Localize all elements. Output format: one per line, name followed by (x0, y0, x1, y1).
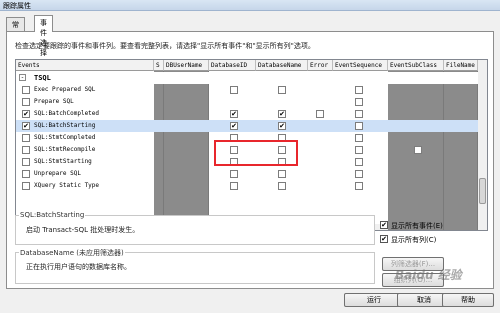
window-title: 跟踪属性 (3, 2, 31, 10)
event-label: SQL:BatchCompleted (34, 110, 100, 117)
column-checkbox[interactable] (355, 110, 363, 118)
column-description-box: DatabaseName (未应用筛选器) 正在执行用户语句的数据库名称。 (15, 248, 375, 284)
show-all-events-label: 显示所有事件(E) (391, 222, 443, 230)
column-description-title: DatabaseName (未应用筛选器) (19, 248, 125, 258)
event-label: Exec Prepared SQL (34, 86, 96, 93)
run-button[interactable]: 运行 (344, 293, 404, 307)
column-checkbox[interactable]: ✔ (230, 122, 238, 130)
event-description-title: SQL:BatchStarting (19, 211, 86, 219)
column-checkbox[interactable] (355, 86, 363, 94)
column-checkbox[interactable]: ✔ (278, 122, 286, 130)
column-header[interactable]: DatabaseID (209, 60, 256, 71)
vertical-scrollbar[interactable] (477, 60, 487, 230)
event-label: XQuery Static Type (34, 182, 100, 189)
events-grid[interactable]: Events S DBUserName DatabaseID DatabaseName E… (15, 59, 488, 231)
column-checkbox[interactable] (278, 86, 286, 94)
event-checkbox[interactable] (22, 134, 30, 142)
column-header[interactable]: EventSequence (333, 60, 388, 71)
checkbox-box[interactable]: ✔ (380, 221, 388, 229)
event-label: Prepare SQL (34, 98, 74, 105)
column-header[interactable]: Error (308, 60, 333, 71)
column-checkbox[interactable] (355, 182, 363, 190)
event-row[interactable]: Exec Prepared SQL (16, 84, 478, 96)
column-header[interactable]: EventSubClass (388, 60, 444, 71)
event-checkbox[interactable] (22, 182, 30, 190)
title-bar: 跟踪属性 (0, 0, 500, 11)
show-all-columns-label: 显示所有列(C) (391, 236, 437, 244)
event-row[interactable]: ✔ SQL:BatchStarting ✔ ✔ (16, 120, 478, 132)
event-row[interactable]: ✔ SQL:BatchCompleted ✔ ✔ (16, 108, 478, 120)
column-header[interactable]: DatabaseName (256, 60, 308, 71)
help-button[interactable]: 帮助 (442, 293, 494, 307)
column-checkbox[interactable] (355, 134, 363, 142)
tab-events-selection[interactable]: 事件选择 (34, 15, 53, 57)
event-checkbox[interactable] (22, 146, 30, 154)
column-description-text: 正在执行用户语句的数据库名称。 (26, 263, 131, 271)
tab-general[interactable]: 常规 (6, 17, 25, 39)
event-label: Unprepare SQL (34, 170, 81, 177)
column-checkbox[interactable] (355, 122, 363, 130)
column-header[interactable]: S (154, 60, 164, 71)
column-checkbox[interactable] (316, 110, 324, 118)
event-description-box: SQL:BatchStarting 启动 Transact-SQL 批处理时发生… (15, 211, 375, 245)
column-checkbox[interactable] (278, 170, 286, 178)
highlight-box (214, 140, 298, 166)
column-checkbox[interactable] (355, 158, 363, 166)
event-label: SQL:StmtCompleted (34, 134, 96, 141)
event-checkbox[interactable] (22, 158, 30, 166)
event-checkbox[interactable]: ✔ (22, 110, 30, 118)
column-checkbox[interactable]: ✔ (278, 110, 286, 118)
events-selection-panel: 检查选定要跟踪的事件和事件列。要查看完整列表，请选择"显示所有事件"和"显示所有… (6, 31, 494, 289)
column-checkbox[interactable] (355, 98, 363, 106)
checkbox-box[interactable]: ✔ (380, 235, 388, 243)
column-header[interactable]: DBUserName (164, 60, 209, 71)
column-checkbox[interactable] (230, 170, 238, 178)
event-row[interactable]: Prepare SQL (16, 96, 478, 108)
column-header[interactable]: FileName (444, 60, 478, 71)
column-checkbox[interactable] (278, 182, 286, 190)
column-checkbox[interactable] (355, 146, 363, 154)
event-row[interactable]: XQuery Static Type (16, 180, 478, 192)
column-header[interactable]: Events (16, 60, 154, 71)
event-checkbox[interactable] (22, 170, 30, 178)
event-group-row[interactable]: - TSQL (16, 72, 478, 84)
instruction-text: 检查选定要跟踪的事件和事件列。要查看完整列表，请选择"显示所有事件"和"显示所有… (15, 42, 315, 50)
column-checkbox[interactable] (230, 182, 238, 190)
column-checkbox[interactable] (355, 170, 363, 178)
watermark-logo: Baidu 经验 (395, 268, 462, 282)
scroll-thumb[interactable] (479, 178, 486, 204)
event-checkbox[interactable] (22, 98, 30, 106)
event-description-text: 启动 Transact-SQL 批处理时发生。 (26, 226, 140, 234)
event-label: SQL:StmtRecompile (34, 146, 96, 153)
column-checkbox[interactable] (414, 146, 422, 154)
group-label: TSQL (34, 74, 51, 82)
event-checkbox[interactable]: ✔ (22, 122, 30, 130)
event-row[interactable]: Unprepare SQL (16, 168, 478, 180)
event-checkbox[interactable] (22, 86, 30, 94)
event-label: SQL:BatchStarting (34, 122, 96, 129)
collapse-icon[interactable]: - (19, 74, 26, 81)
column-checkbox[interactable] (230, 86, 238, 94)
event-label: SQL:StmtStarting (34, 158, 92, 165)
column-checkbox[interactable]: ✔ (230, 110, 238, 118)
